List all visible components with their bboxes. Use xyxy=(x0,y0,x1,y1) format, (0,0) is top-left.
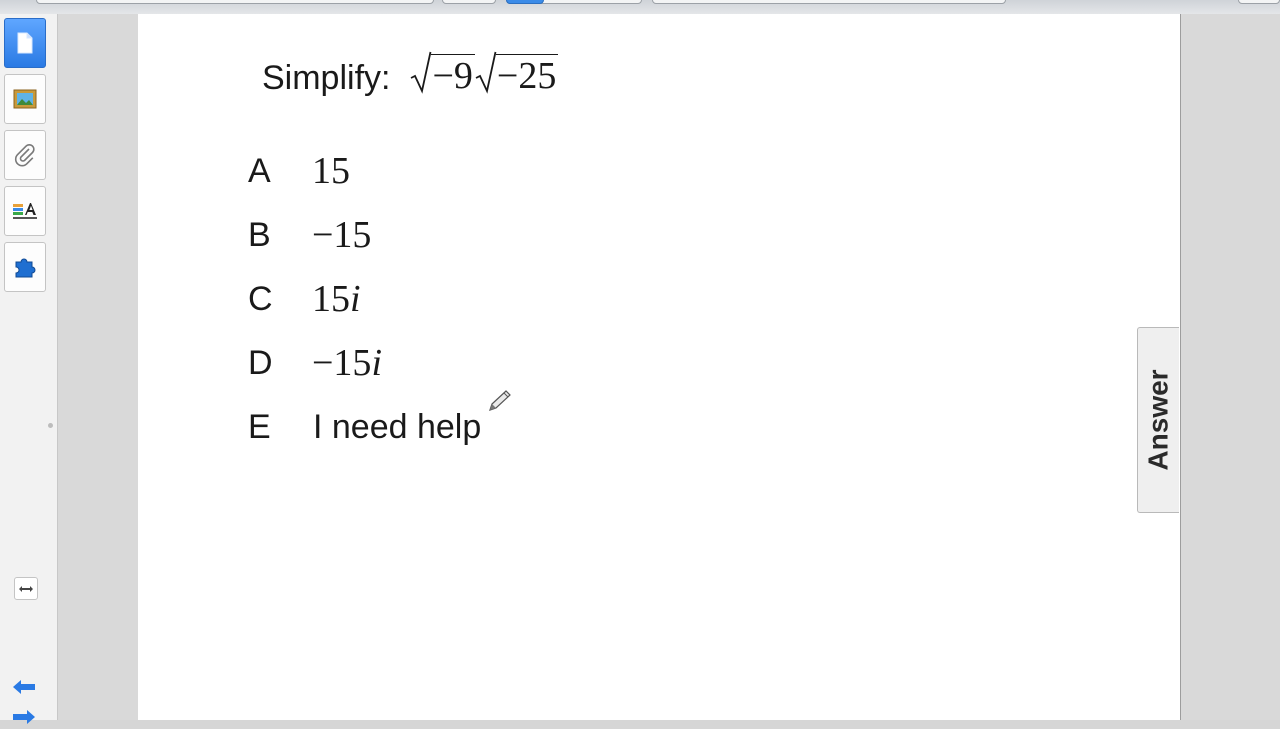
previous-page-icon[interactable] xyxy=(13,680,35,699)
puzzle-piece-icon xyxy=(13,256,37,278)
add-ons-button[interactable] xyxy=(4,242,46,292)
option-value: −15i xyxy=(312,342,382,384)
toolbar-control[interactable] xyxy=(442,0,496,4)
option-value: 15 xyxy=(312,150,350,192)
option-letter: E xyxy=(248,407,271,446)
workspace-gutter xyxy=(58,14,139,720)
toolbar-control[interactable] xyxy=(36,0,434,4)
pen-cursor-icon xyxy=(486,388,514,419)
answer-tab-label: Answer xyxy=(1142,369,1174,471)
option-letter: D xyxy=(248,343,273,382)
answer-option-e[interactable]: E I need help xyxy=(248,402,481,452)
answer-option-d[interactable]: D −15i xyxy=(248,338,382,388)
question-expression: −9 −25 xyxy=(410,51,559,105)
radical-1: −9 xyxy=(410,51,475,97)
answer-option-c[interactable]: C 15i xyxy=(248,274,361,324)
expand-arrows-icon xyxy=(19,580,33,598)
toolbar-control[interactable] xyxy=(1238,0,1280,4)
answer-option-a[interactable]: A 15 xyxy=(248,146,350,196)
properties-button[interactable] xyxy=(4,186,46,236)
option-letter: C xyxy=(248,279,273,318)
option-text: I need help xyxy=(313,407,482,446)
answer-option-b[interactable]: B −15 xyxy=(248,210,371,260)
answer-tab[interactable]: Answer xyxy=(1137,327,1179,513)
top-toolbar xyxy=(0,0,1280,15)
option-value: −15 xyxy=(312,214,372,256)
radicand: −9 xyxy=(431,54,475,97)
toolbar-control[interactable] xyxy=(652,0,1006,4)
workspace-gutter-right xyxy=(1181,14,1280,720)
gallery-icon xyxy=(13,89,37,109)
option-value: 15i xyxy=(312,278,361,320)
properties-icon xyxy=(12,201,38,221)
gallery-button[interactable] xyxy=(4,74,46,124)
option-letter: A xyxy=(248,151,271,190)
paperclip-icon xyxy=(13,143,37,167)
radical-sign-icon xyxy=(411,51,432,94)
option-letter: B xyxy=(248,215,271,254)
toolbar-control-selected[interactable] xyxy=(506,0,544,4)
radical-sign-icon xyxy=(475,51,497,94)
page-sorter-icon xyxy=(15,32,35,54)
question-prompt: Simplify: −9 −25 xyxy=(262,48,559,108)
radicand: −25 xyxy=(495,54,559,97)
radical-2: −25 xyxy=(475,51,559,97)
side-tool-panel xyxy=(0,14,58,724)
resize-handle[interactable] xyxy=(48,423,53,428)
question-label: Simplify: xyxy=(262,58,391,97)
attachments-button[interactable] xyxy=(4,130,46,180)
expand-panel-button[interactable] xyxy=(14,577,38,600)
page-sorter-button[interactable] xyxy=(4,18,46,68)
